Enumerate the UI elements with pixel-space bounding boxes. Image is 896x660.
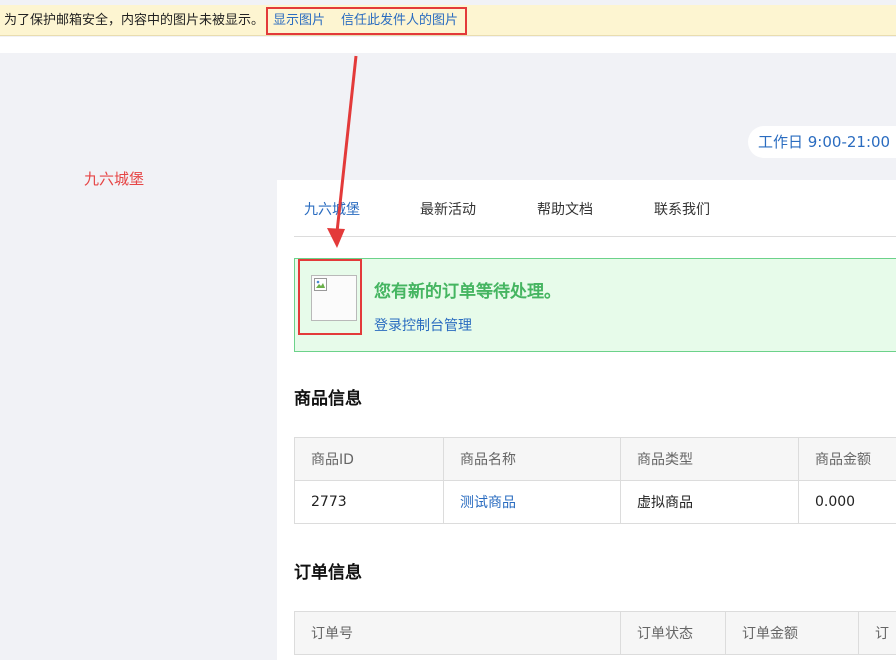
column-header: 订单金额 — [726, 612, 859, 655]
product-type-cell: 虚拟商品 — [621, 481, 799, 524]
column-header: 订 — [859, 612, 896, 655]
blocked-image-highlight — [298, 259, 362, 335]
column-header: 商品ID — [295, 438, 444, 481]
column-header: 商品金额 — [799, 438, 896, 481]
column-header: 订单状态 — [621, 612, 726, 655]
show-images-link[interactable]: 显示图片 — [273, 9, 325, 33]
notice-actions-highlight: 显示图片 信任此发件人的图片 — [266, 7, 467, 35]
header-spacer — [0, 37, 896, 53]
trust-sender-images-link[interactable]: 信任此发件人的图片 — [341, 9, 458, 33]
nav-item-home[interactable]: 九六城堡 — [304, 199, 360, 219]
product-info-title: 商品信息 — [294, 384, 362, 409]
top-nav: 九六城堡 最新活动 帮助文档 联系我们 — [294, 180, 896, 237]
table-header-row: 订单号 订单状态 订单金额 订 — [295, 612, 896, 655]
new-order-alert: 您有新的订单等待处理。 登录控制台管理 — [294, 258, 896, 352]
product-table: 商品ID 商品名称 商品类型 商品金额 2773 测试商品 虚拟商品 0.000 — [294, 437, 896, 524]
working-hours-badge: 工作日 9:00-21:00 — [748, 126, 896, 158]
order-table: 订单号 订单状态 订单金额 订 — [294, 611, 896, 655]
broken-image-icon — [314, 278, 327, 291]
product-id-cell: 2773 — [295, 481, 444, 524]
nav-item-contact-us[interactable]: 联系我们 — [654, 199, 710, 219]
broken-image-placeholder — [311, 275, 357, 321]
product-name-link[interactable]: 测试商品 — [444, 481, 621, 524]
product-amount-cell: 0.000 — [799, 481, 896, 524]
notice-text: 为了保护邮箱安全，内容中的图片未被显示。 — [4, 5, 264, 36]
column-header: 商品名称 — [444, 438, 621, 481]
alert-title: 您有新的订单等待处理。 — [374, 277, 561, 302]
table-row: 2773 测试商品 虚拟商品 0.000 — [295, 481, 896, 524]
brand-logo-text: 九六城堡 — [84, 168, 144, 189]
column-header: 商品类型 — [621, 438, 799, 481]
table-header-row: 商品ID 商品名称 商品类型 商品金额 — [295, 438, 896, 481]
nav-item-help-docs[interactable]: 帮助文档 — [537, 199, 593, 219]
image-blocked-notice-bar: 为了保护邮箱安全，内容中的图片未被显示。 显示图片 信任此发件人的图片 — [0, 5, 896, 36]
order-info-title: 订单信息 — [294, 558, 362, 583]
login-console-link[interactable]: 登录控制台管理 — [374, 315, 472, 335]
nav-item-latest-activity[interactable]: 最新活动 — [420, 199, 476, 219]
column-header: 订单号 — [295, 612, 621, 655]
email-content-card: 九六城堡 最新活动 帮助文档 联系我们 您有新的订单等待处理。 登录控制台管理 … — [277, 180, 896, 660]
